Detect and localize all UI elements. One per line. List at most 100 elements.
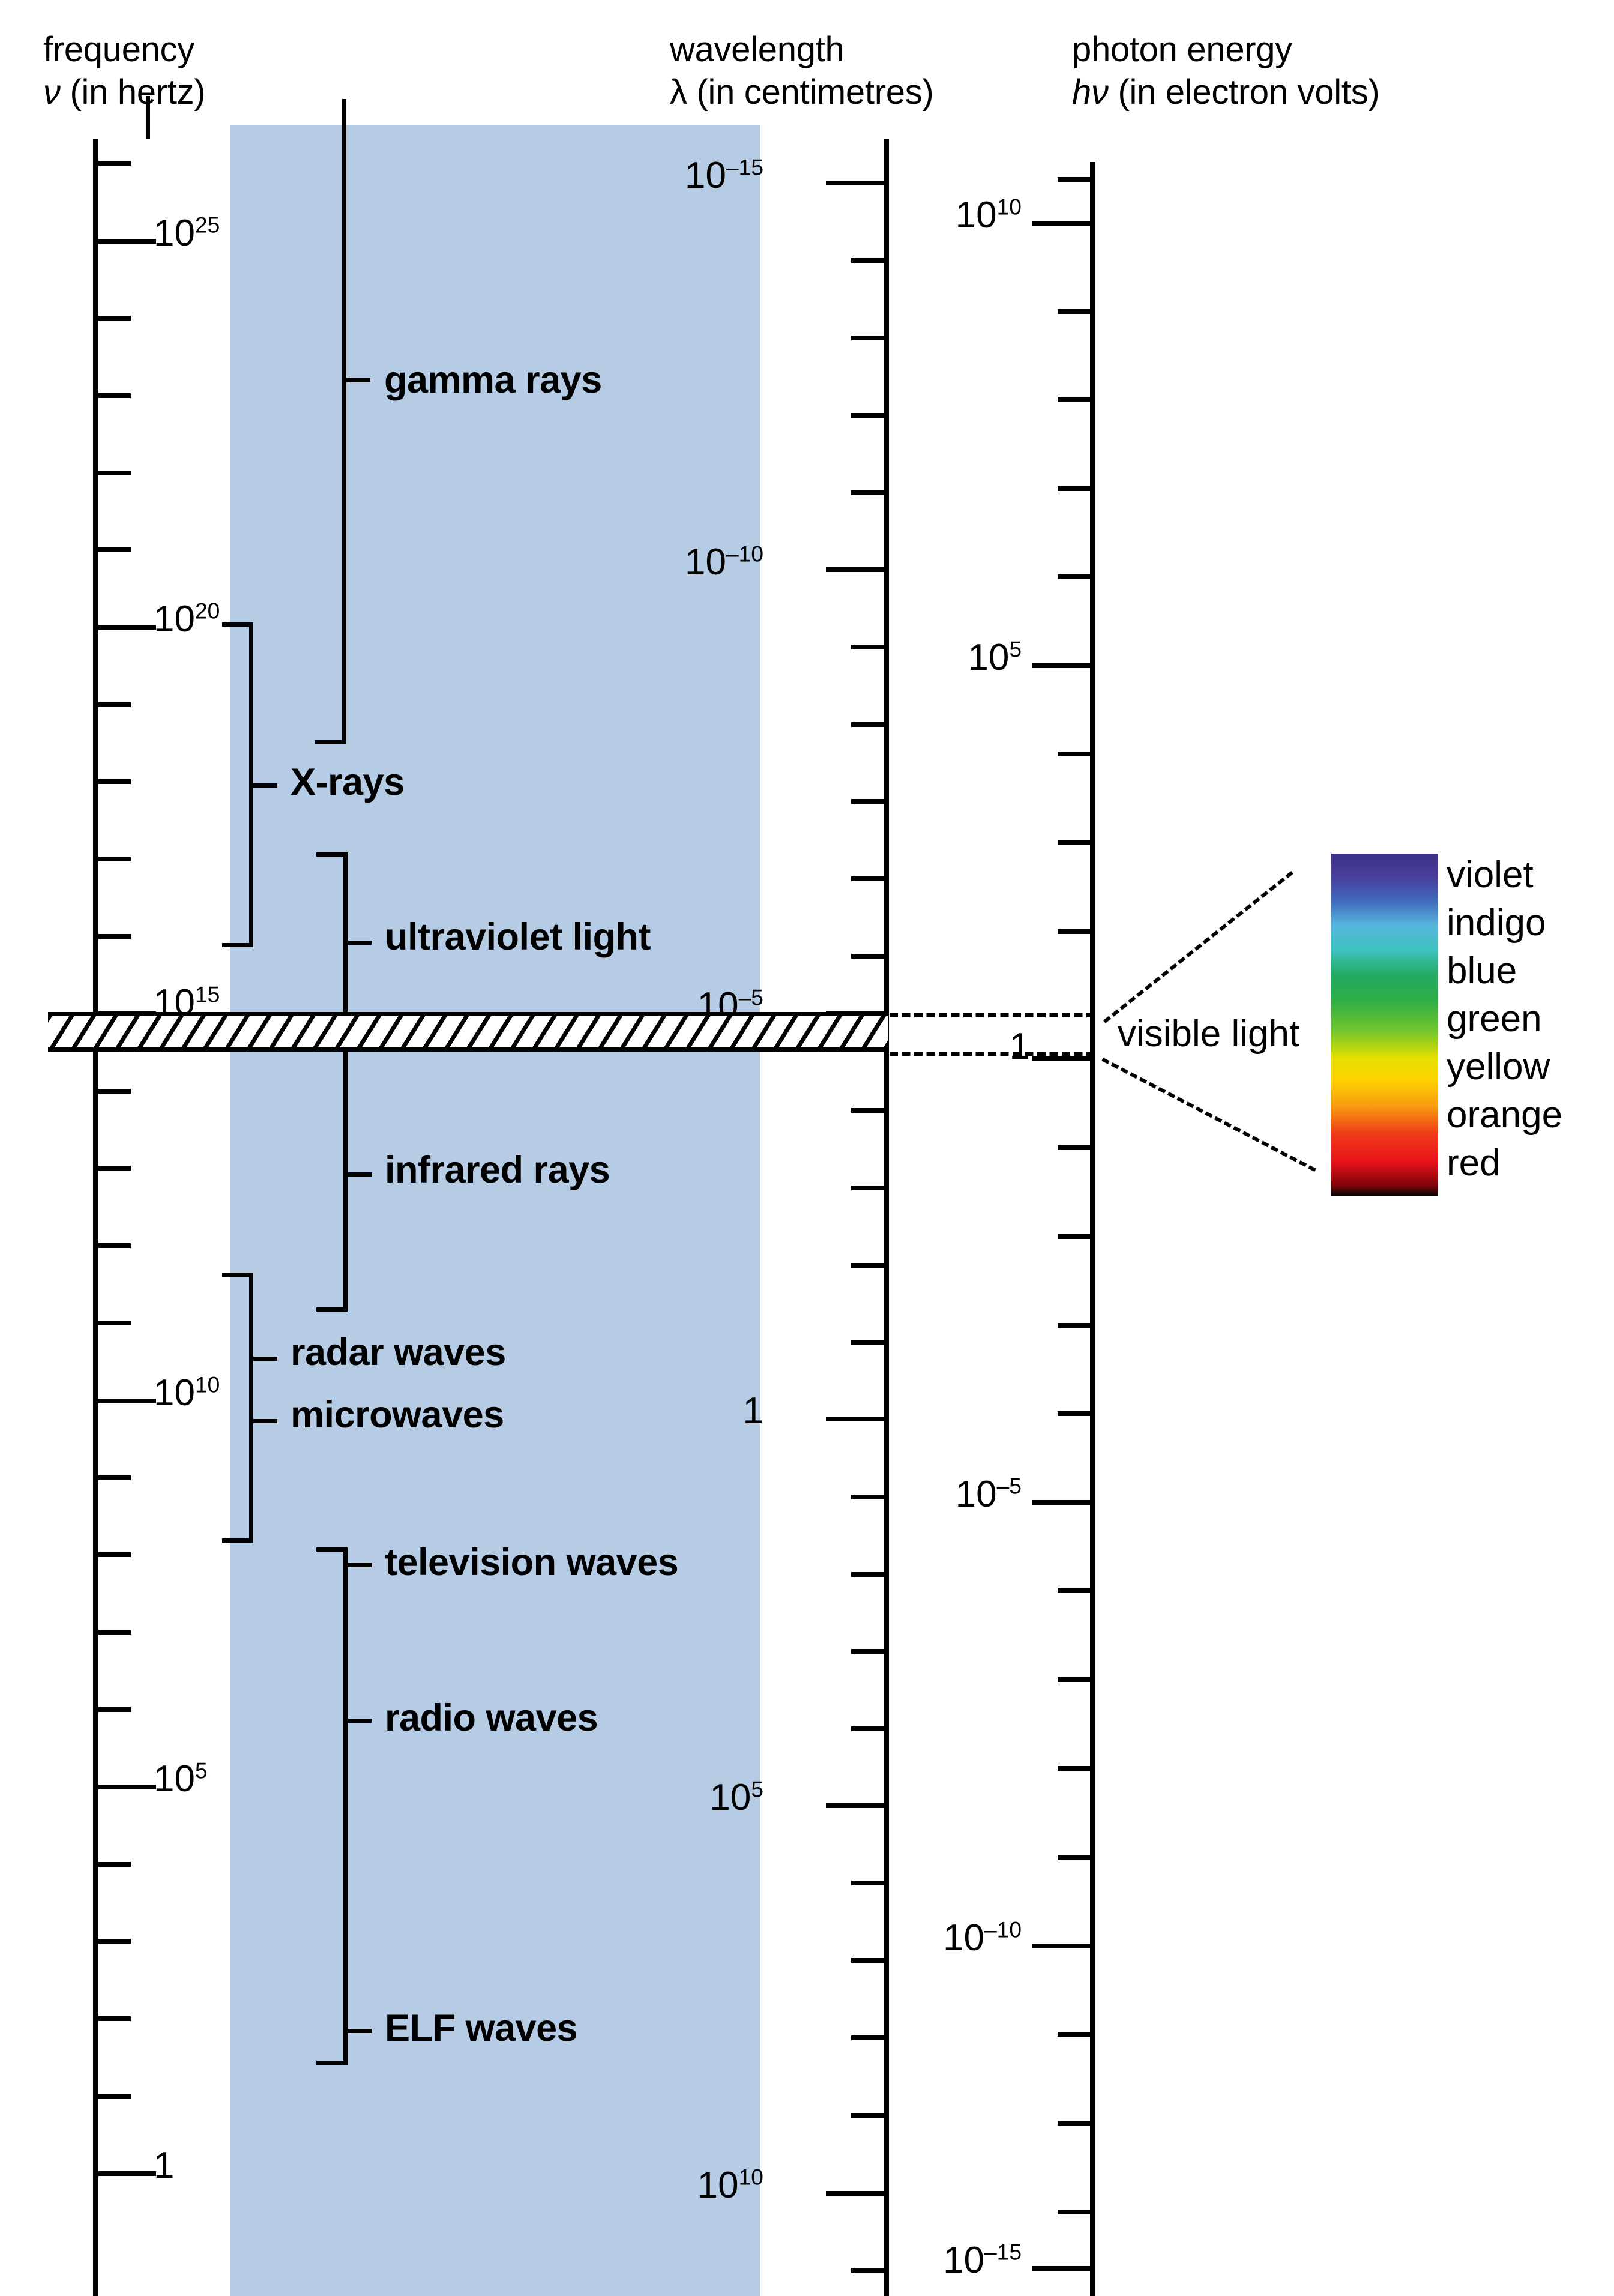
- frequency-tick-label-1e25: 1025: [154, 212, 220, 254]
- wavelength-major-tick: [826, 1417, 884, 1421]
- band-label-elf-waves: ELF waves: [385, 2007, 578, 2049]
- gamma-rays-upper-tail: [146, 96, 150, 139]
- photon-energy-minor-tick: [1058, 1411, 1090, 1416]
- visible-light-hatched-band: [48, 1012, 888, 1052]
- frequency-header-line2: ν (in hertz): [43, 71, 206, 114]
- visible-light-spectrum-strip: [1331, 854, 1438, 1196]
- visible-light-connector-bottom: [890, 1052, 1095, 1056]
- x-rays-label-stub: [253, 783, 277, 788]
- wavelength-minor-tick: [851, 1958, 884, 1963]
- color-label-indigo: indigo: [1447, 902, 1546, 944]
- wavelength-minor-tick: [851, 1340, 884, 1345]
- wavelength-minor-tick: [851, 1495, 884, 1499]
- wavelength-minor-tick: [851, 1572, 884, 1577]
- gamma-rays-bracket: [315, 99, 370, 744]
- photon-energy-header-line2: hν (in electron volts): [1072, 71, 1380, 114]
- frequency-minor-tick: [98, 547, 131, 552]
- elf-waves-label-stub: [348, 2029, 372, 2033]
- wavelength-tick-label-1e10: 1010: [697, 2164, 763, 2206]
- frequency-tick-label-1: 1: [154, 2145, 175, 2186]
- color-label-green: green: [1447, 998, 1542, 1040]
- wavelength-minor-tick: [851, 876, 884, 881]
- wavelength-minor-tick: [851, 722, 884, 727]
- tv-radio-elf-bracket: [316, 1547, 372, 2065]
- infrared-rays-label-stub: [348, 1172, 372, 1177]
- frequency-minor-tick: [98, 1707, 131, 1712]
- photon-energy-minor-tick: [1058, 309, 1090, 314]
- frequency-header-line1: frequency: [43, 30, 195, 69]
- frequency-minor-tick: [98, 471, 131, 475]
- band-label-gamma-rays: gamma rays: [384, 359, 602, 401]
- wavelength-minor-tick: [851, 413, 884, 418]
- photon-energy-tick-label-1e5: 105: [968, 636, 1022, 678]
- frequency-minor-tick: [98, 1475, 131, 1480]
- tv-radio-elf-bracket-top-cap: [316, 1547, 348, 1552]
- frequency-major-tick: [98, 1785, 156, 1789]
- radar-microwaves-bracket-top-cap: [222, 1273, 253, 1277]
- frequency-tick-label-1e20: 1020: [154, 598, 220, 640]
- wavelength-major-tick: [826, 1803, 884, 1808]
- wavelength-minor-tick: [851, 1649, 884, 1654]
- photon-energy-minor-tick: [1058, 486, 1090, 491]
- photon-energy-minor-tick: [1058, 1145, 1090, 1150]
- frequency-minor-tick: [98, 1243, 131, 1248]
- frequency-unit-text: (in hertz): [60, 72, 206, 112]
- frequency-minor-tick: [98, 393, 131, 398]
- frequency-major-tick: [98, 239, 156, 244]
- frequency-minor-tick: [98, 2016, 131, 2021]
- photon-energy-minor-tick: [1058, 397, 1090, 402]
- photon-energy-minor-tick: [1058, 1234, 1090, 1239]
- wavelength-minor-tick: [851, 1186, 884, 1190]
- x-rays-bracket-top-cap: [222, 622, 253, 627]
- color-label-red: red: [1447, 1142, 1501, 1184]
- band-label-microwaves: microwaves: [291, 1394, 504, 1436]
- frequency-minor-tick: [98, 1321, 131, 1325]
- uv-infrared-bracket-top-cap: [316, 852, 348, 857]
- photon-energy-major-tick: [1032, 1056, 1090, 1061]
- photon-energy-major-tick: [1032, 663, 1090, 668]
- wavelength-tick-label-1e-10: 10–10: [684, 541, 763, 583]
- photon-energy-header-line1: photon energy: [1072, 30, 1292, 69]
- photon-energy-minor-tick: [1058, 177, 1090, 182]
- band-label-radar-waves: radar waves: [291, 1331, 506, 1373]
- radar-microwaves-bracket: [222, 1273, 277, 1543]
- frequency-minor-tick: [98, 779, 131, 784]
- photon-energy-tick-label-1: 1: [1009, 1026, 1030, 1067]
- photon-energy-column-header: photon energy hν (in electron volts): [1072, 29, 1380, 114]
- photon-energy-minor-tick: [1058, 1323, 1090, 1328]
- photon-energy-major-tick: [1032, 221, 1090, 226]
- wavelength-tick-label-1e5: 105: [709, 1776, 763, 1818]
- visible-light-connector-top: [890, 1013, 1095, 1017]
- frequency-minor-tick: [98, 857, 131, 861]
- wavelength-major-tick: [826, 181, 884, 185]
- photon-energy-major-tick: [1032, 1944, 1090, 1948]
- wavelength-axis-line: [884, 139, 889, 2296]
- frequency-minor-tick: [98, 316, 131, 321]
- wavelength-minor-tick: [851, 1108, 884, 1113]
- photon-energy-minor-tick: [1058, 1588, 1090, 1593]
- frequency-minor-tick: [98, 2094, 131, 2099]
- gamma-rays-bracket-bottom-cap: [315, 740, 346, 744]
- photon-energy-minor-tick: [1058, 1677, 1090, 1682]
- wavelength-header-line1: wavelength: [670, 30, 845, 69]
- wavelength-minor-tick: [851, 645, 884, 649]
- photon-energy-tick-label-1e-15: 10–15: [942, 2239, 1022, 2281]
- radar-microwaves-bracket-bottom-cap: [222, 1538, 253, 1543]
- wavelength-minor-tick: [851, 336, 884, 340]
- wavelength-minor-tick: [851, 954, 884, 959]
- frequency-minor-tick: [98, 1552, 131, 1557]
- ultraviolet-light-label-stub: [348, 941, 372, 945]
- wavelength-tick-label-1e-15: 10–15: [684, 154, 763, 196]
- wavelength-minor-tick: [851, 2035, 884, 2040]
- photon-energy-minor-tick: [1058, 1766, 1090, 1771]
- photon-energy-minor-tick: [1058, 2210, 1090, 2214]
- photon-energy-minor-tick: [1058, 840, 1090, 845]
- x-rays-bracket: [222, 622, 277, 947]
- x-rays-bracket-bottom-cap: [222, 943, 253, 947]
- tv-radio-elf-bracket-bottom-cap: [316, 2061, 348, 2065]
- photon-energy-minor-tick: [1058, 752, 1090, 756]
- frequency-major-tick: [98, 1399, 156, 1403]
- gamma-rays-label-stub: [346, 378, 370, 382]
- color-label-violet: violet: [1447, 854, 1534, 896]
- band-label-x-rays: X-rays: [291, 761, 405, 803]
